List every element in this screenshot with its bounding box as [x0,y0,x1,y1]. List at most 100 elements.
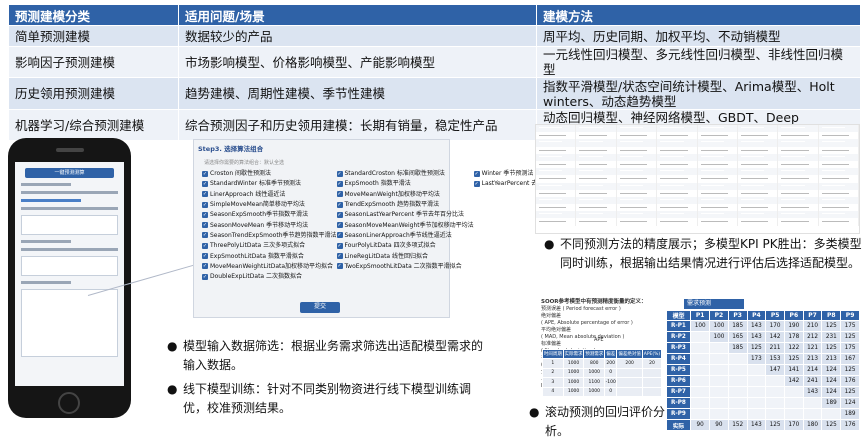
screen-input-box[interactable] [21,215,118,235]
cell-category: 简单预测建模 [8,25,179,47]
checkbox-checked-icon[interactable]: ✓ [202,170,208,177]
checkbox-checked-icon[interactable]: ✓ [336,263,343,270]
checkbox-checked-icon[interactable]: ✓ [336,170,343,177]
ape-cell: -100 [604,377,618,388]
rolling-cell: 170 [765,320,785,332]
algorithm-option: ✓ ExpSmoothLitData 指数平滑拟合 [202,251,337,261]
metrics-screenshot [535,124,860,234]
phone-mockup: 一键预测测算 [8,138,131,418]
algorithm-label: TrendExpSmooth 趋势指数平滑法 [344,201,440,209]
rolling-cell: 125 [840,364,860,376]
metrics-row [536,132,859,140]
metrics-row [536,204,859,212]
table-row: R-P7 143 124 125 [666,386,860,398]
checkbox-checked-icon[interactable]: ✓ [202,263,208,270]
checkbox-checked-icon[interactable]: ✓ [336,232,343,239]
checkbox-checked-icon[interactable]: ✓ [202,201,208,208]
screen-input-box[interactable] [21,256,118,276]
rolling-cell: 143 [803,386,823,398]
metrics-row [536,175,859,183]
rolling-cell [690,331,711,343]
algorithm-label: TwoExpSmoothLitData 二次指数平滑拟合 [344,262,462,270]
checkbox-checked-icon[interactable]: ✓ [473,180,480,187]
rolling-cell: 125 [821,320,842,332]
rolling-header: P6 [783,310,804,321]
metrics-cell [657,146,698,154]
checkbox-checked-icon[interactable]: ✓ [202,232,208,239]
bullet-input-filter: ● 模型输入数据筛选：根据业务需求筛选出适配模型需求的输入数据。 [167,337,483,375]
checkbox-checked-icon[interactable]: ✓ [336,211,343,218]
metrics-cell [536,218,577,226]
phone-home-button[interactable] [58,392,80,414]
checkbox-checked-icon[interactable]: ✓ [202,273,208,280]
submit-button[interactable]: 提交 [300,302,340,313]
metrics-cell [657,139,698,147]
checkbox-checked-icon[interactable]: ✓ [202,222,208,229]
checkbox-checked-icon[interactable]: ✓ [202,253,208,260]
metrics-cell [697,196,738,205]
rolling-cell: 190 [784,320,804,332]
metrics-cell [697,160,738,169]
metrics-cell [778,204,819,212]
checkbox-checked-icon[interactable]: ✓ [202,242,208,249]
table-row: 1 1000 800 200 200 20 [542,358,663,369]
metrics-cell [536,146,577,154]
checkbox-checked-icon[interactable]: ✓ [202,191,208,198]
rolling-cell [821,408,842,420]
checkbox-checked-icon[interactable]: ✓ [473,170,480,177]
checkbox-checked-icon[interactable]: ✓ [336,222,343,229]
cell-method: 一元线性回归模型、多元线性回归模型、非线性回归模型 [536,46,861,78]
algorithm-label: Winter 季节预测法 [481,170,534,178]
metrics-cell [536,139,577,147]
metrics-cell [576,182,617,190]
ape-example-table: 时间周期 实际需求 预测需求 偏差 偏差绝对值 APE(%) 1 1000 800 200 200… [542,349,663,397]
header-scenario: 适用问题/场景 [178,4,537,26]
algorithm-label: StandardCroston 标准间歇性预测法 [344,170,445,178]
checkbox-checked-icon[interactable]: ✓ [336,180,343,187]
rolling-cell [709,342,729,354]
rolling-cell: 214 [803,364,823,376]
metrics-cell [616,182,658,190]
table-row: R-P9 189 [666,408,860,420]
metrics-cell [657,132,698,140]
header-method: 建模方法 [536,4,861,26]
checkbox-checked-icon[interactable]: ✓ [336,201,343,208]
checkbox-checked-icon[interactable]: ✓ [336,191,343,198]
table-row: R-P6 142 241 124 176 [666,375,860,387]
algorithm-option: ✓ ExpSmooth 指数平滑法 [336,179,474,189]
phone-speaker [56,148,84,152]
metrics-cell [657,168,698,176]
rolling-cell: 152 [728,419,748,431]
table-row: 影响因子预测建模 市场影响模型、价格影响模型、产能影响模型 一元线性回归模型、多… [8,46,861,78]
checkbox-checked-icon[interactable]: ✓ [202,211,208,218]
metrics-cell [576,196,617,205]
soor-title: SOOR参考模型中有预测精度衡量的定义： [541,299,647,305]
checkbox-checked-icon[interactable]: ✓ [336,242,343,249]
screen-line [21,183,71,186]
metrics-cell [657,189,698,197]
algorithm-option: ✓ SeasonTrendExpSmooth季节趋势指数平滑法 [202,231,337,241]
rolling-cell: 231 [821,331,842,343]
metrics-cell [536,160,577,169]
rolling-cell [709,353,729,365]
metrics-cell [657,182,698,190]
checkbox-checked-icon[interactable]: ✓ [202,180,208,187]
rolling-cell: 143 [747,331,767,343]
ape-cell [616,377,643,388]
rolling-cell: 165 [728,331,748,343]
metrics-cell [657,218,698,226]
metrics-cell [616,125,658,133]
table-row: R-P4 173 153 125 213 213 167 [666,353,860,365]
metrics-cell [536,168,577,176]
screen-options-box[interactable] [21,289,118,357]
ape-cell: 20 [641,358,663,369]
metrics-cell [737,182,779,190]
metrics-cell [818,218,859,226]
rolling-cell [728,386,748,398]
ape-header: 时间周期 [542,349,564,359]
ape-cell: 200 [616,358,643,369]
checkbox-checked-icon[interactable]: ✓ [336,253,343,260]
screen-line [21,207,118,210]
rolling-cell: 124 [821,386,842,398]
algorithm-option: ✓ SeasonExpSmooth季节指数平滑法 [202,210,337,220]
